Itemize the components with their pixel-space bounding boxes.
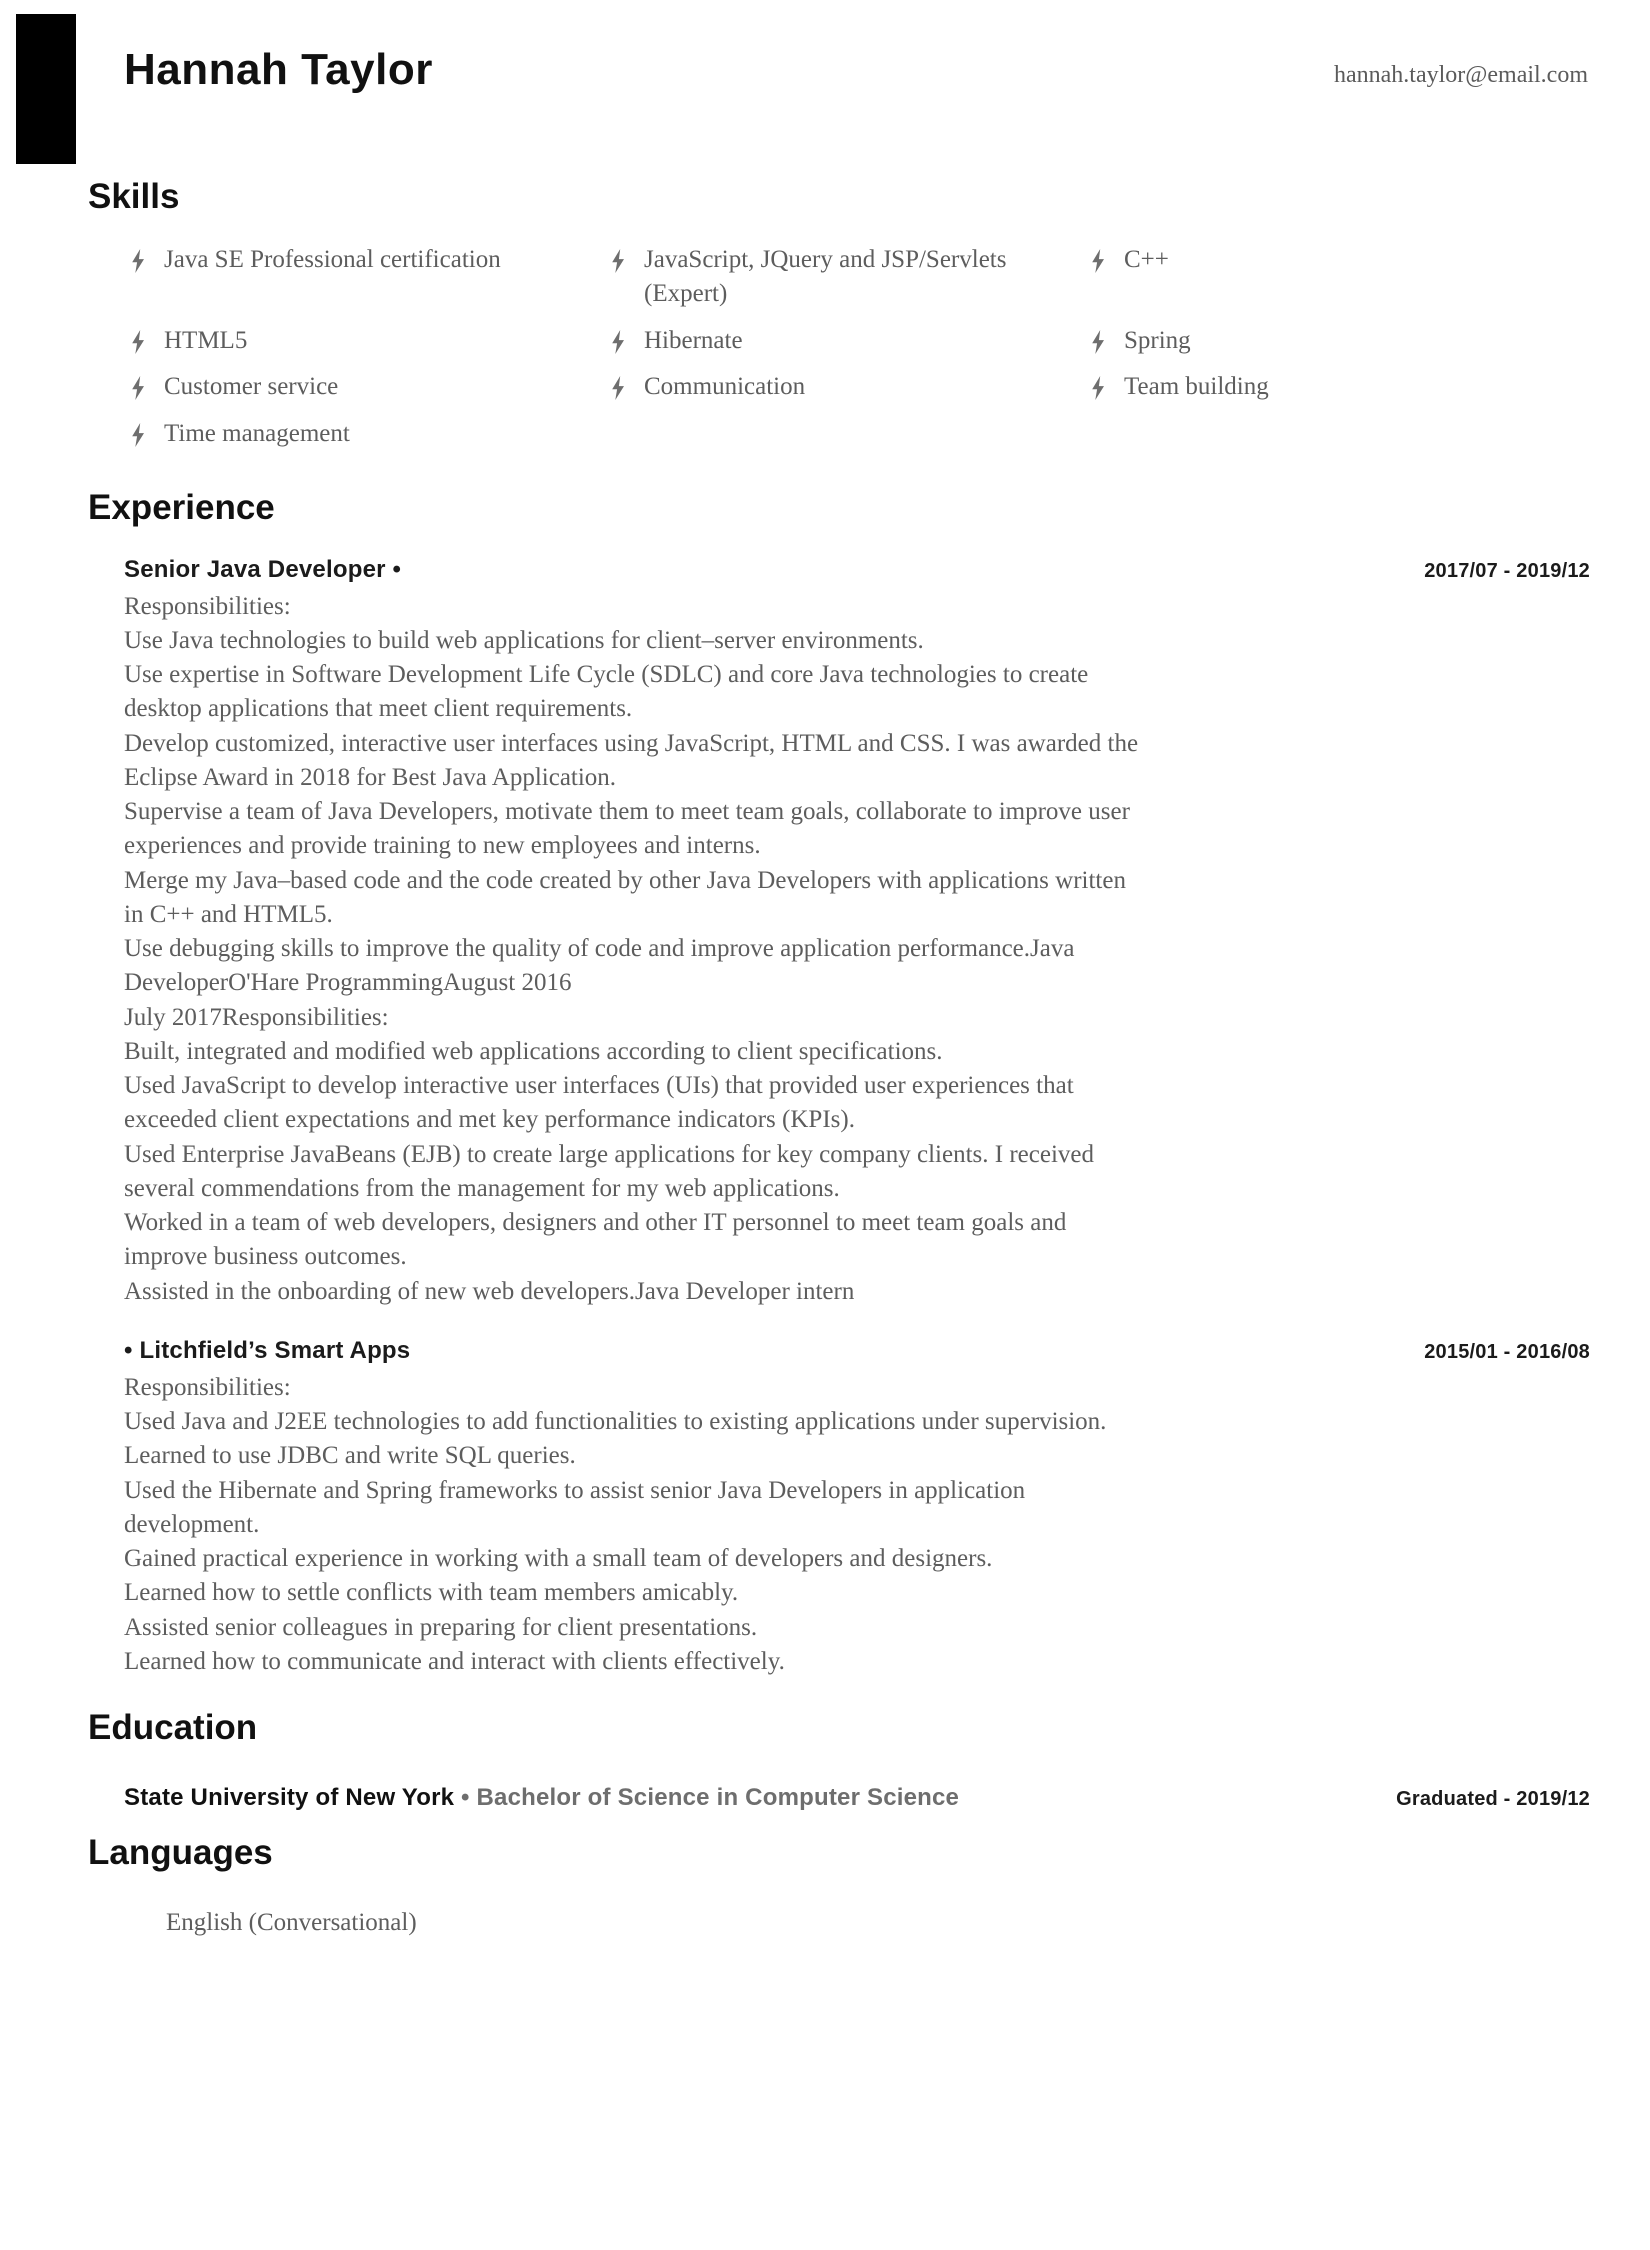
skill-item: Hibernate bbox=[610, 324, 1090, 371]
lightning-bolt-icon bbox=[1090, 370, 1118, 400]
skill-label: HTML5 bbox=[164, 326, 248, 354]
section-heading-education: Education bbox=[88, 1708, 258, 1747]
skills-grid: Java SE Professional certification JavaSc… bbox=[130, 243, 1590, 464]
skill-item: Communication bbox=[610, 370, 1090, 417]
experience-description-line: Use debugging skills to improve the qual… bbox=[124, 935, 1075, 997]
experience-description-line: Responsibilities: bbox=[124, 592, 291, 620]
lightning-bolt-icon bbox=[610, 370, 638, 400]
resume-header: Hannah Taylor hannah.taylor@email.com bbox=[0, 0, 1650, 170]
languages-section: English (Conversational) bbox=[0, 1906, 1650, 1941]
experience-description-line: Use Java technologies to build web appli… bbox=[124, 626, 924, 654]
experience-description: Responsibilities: Use Java technologies t… bbox=[124, 590, 1139, 1309]
experience-job-title: Senior Java Developer • bbox=[124, 555, 402, 583]
skill-label: Communication bbox=[644, 373, 806, 400]
experience-entry: • Litchfield’s Smart Apps 2015/01 - 2016/… bbox=[124, 1337, 1590, 1679]
skills-section: Java SE Professional certification JavaSc… bbox=[0, 243, 1650, 464]
education-entry: State University of New York • Bachelor … bbox=[124, 1784, 1590, 1812]
accent-bar bbox=[16, 14, 76, 164]
page-title: Hannah Taylor bbox=[124, 45, 433, 94]
lightning-bolt-icon bbox=[610, 324, 638, 354]
education-school-name: State University of New York bbox=[124, 1783, 455, 1811]
experience-description-line: Responsibilities: bbox=[124, 1373, 291, 1401]
skill-label: Spring bbox=[1124, 326, 1191, 354]
experience-entry-header: Senior Java Developer • 2017/07 - 2019/12 bbox=[124, 556, 1590, 584]
section-heading-skills: Skills bbox=[88, 177, 180, 216]
lightning-bolt-icon bbox=[1090, 243, 1118, 273]
education-graduation-date: Graduated - 2019/12 bbox=[1396, 1787, 1590, 1810]
education-entry-label: State University of New York • Bachelor … bbox=[124, 1784, 959, 1812]
experience-description-line: Learned how to settle conflicts with tea… bbox=[124, 1579, 739, 1607]
experience-description-line: Used JavaScript to develop interactive u… bbox=[124, 1072, 1074, 1134]
experience-date-range: 2017/07 - 2019/12 bbox=[1424, 559, 1590, 582]
lightning-bolt-icon bbox=[1090, 324, 1118, 354]
skill-item: Customer service bbox=[130, 370, 610, 417]
experience-description-line: Used the Hibernate and Spring frameworks… bbox=[124, 1476, 1026, 1538]
skill-label: Java SE Professional certification bbox=[164, 245, 501, 273]
education-degree: • Bachelor of Science in Computer Scienc… bbox=[461, 1783, 960, 1811]
skill-label: Time management bbox=[164, 419, 350, 447]
education-section: State University of New York • Bachelor … bbox=[0, 1784, 1650, 1812]
skill-item: Team building bbox=[1090, 370, 1590, 417]
lightning-bolt-icon bbox=[130, 324, 158, 354]
experience-description-line: Use expertise in Software Development Li… bbox=[124, 661, 1089, 723]
experience-entry: Senior Java Developer • 2017/07 - 2019/12… bbox=[124, 556, 1590, 1309]
skill-label: C++ bbox=[1124, 245, 1169, 273]
experience-section: Senior Java Developer • 2017/07 - 2019/12… bbox=[0, 556, 1650, 1680]
skill-item: Spring bbox=[1090, 324, 1590, 371]
section-heading-experience: Experience bbox=[88, 488, 275, 527]
section-heading-languages: Languages bbox=[88, 1832, 273, 1872]
experience-entry-header: • Litchfield’s Smart Apps 2015/01 - 2016/… bbox=[124, 1337, 1590, 1365]
experience-description-line: Worked in a team of web developers, desi… bbox=[124, 1209, 1067, 1271]
email-address: hannah.taylor@email.com bbox=[1333, 62, 1588, 88]
experience-description-line: Gained practical experience in working w… bbox=[124, 1545, 993, 1572]
experience-job-title: • Litchfield’s Smart Apps bbox=[124, 1336, 411, 1364]
experience-description-line: Develop customized, interactive user int… bbox=[124, 729, 1139, 791]
skill-item: Time management bbox=[130, 417, 610, 464]
skill-label: Customer service bbox=[164, 373, 339, 400]
experience-description-line: Assisted senior colleagues in preparing … bbox=[124, 1613, 758, 1641]
skill-item: Java SE Professional certification bbox=[130, 243, 610, 324]
experience-description-line: Merge my Java–based code and the code cr… bbox=[124, 866, 1126, 928]
lightning-bolt-icon bbox=[130, 370, 158, 400]
experience-description-line: Supervise a team of Java Developers, mot… bbox=[124, 798, 1130, 860]
experience-date-range: 2015/01 - 2016/08 bbox=[1424, 1340, 1590, 1363]
experience-description: Responsibilities: Used Java and J2EE tech… bbox=[124, 1371, 1139, 1679]
lightning-bolt-icon bbox=[610, 243, 638, 273]
skill-label: Hibernate bbox=[644, 326, 743, 354]
lightning-bolt-icon bbox=[130, 417, 158, 447]
skill-item: JavaScript, JQuery and JSP/Servlets (Exp… bbox=[610, 243, 1090, 324]
experience-description-line: Learned how to communicate and interact … bbox=[124, 1647, 785, 1675]
experience-description-line: Learned to use JDBC and write SQL querie… bbox=[124, 1442, 576, 1470]
skill-item: C++ bbox=[1090, 243, 1590, 324]
skill-label: Team building bbox=[1124, 373, 1269, 400]
skill-label: JavaScript, JQuery and JSP/Servlets (Exp… bbox=[644, 245, 1007, 308]
resume-page: Hannah Taylor hannah.taylor@email.com Sk… bbox=[0, 0, 1650, 2250]
skill-item: HTML5 bbox=[130, 324, 610, 371]
experience-description-line: Assisted in the onboarding of new web de… bbox=[124, 1277, 855, 1305]
experience-description-line: Used Java and J2EE technologies to add f… bbox=[124, 1408, 1107, 1435]
experience-description-line: July 2017Responsibilities: bbox=[124, 1003, 389, 1031]
experience-description-line: Built, integrated and modified web appli… bbox=[124, 1037, 943, 1065]
language-item: English (Conversational) bbox=[166, 1909, 417, 1936]
lightning-bolt-icon bbox=[130, 243, 158, 273]
experience-description-line: Used Enterprise JavaBeans (EJB) to creat… bbox=[124, 1140, 1094, 1202]
